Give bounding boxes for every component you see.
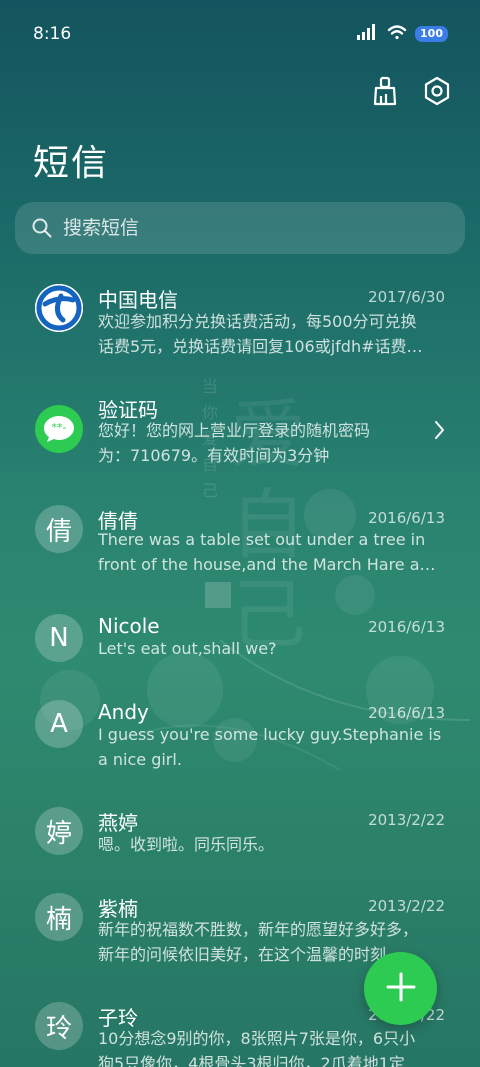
- chevron-right-icon[interactable]: [432, 419, 446, 441]
- preview-line: 欢迎参加积分兑换话费活动，每500分可兑换: [98, 312, 417, 331]
- contact-name: Nicole: [98, 614, 160, 638]
- preview-line: Let's eat out,shall we?: [98, 639, 277, 658]
- message-date: 2016/6/13: [368, 704, 445, 722]
- preview-line: 狗5只像你，4根骨头3根归你，2爪着地1定…: [98, 1053, 421, 1067]
- preview-line: 新年的祝福数不胜数，新年的愿望好多好多，: [98, 920, 419, 939]
- battery-indicator: 100: [415, 26, 448, 42]
- preview-line: 您好！您的网上营业厅登录的随机密码: [98, 421, 371, 440]
- wifi-icon: [387, 24, 407, 44]
- avatar: 婷: [35, 807, 83, 855]
- conversation-item[interactable]: 中国电信 2017/6/30 欢迎参加积分兑换话费活动，每500分可兑换 话费5…: [0, 280, 480, 380]
- avatar: A: [35, 700, 83, 748]
- status-bar: 8:16 100: [0, 0, 480, 68]
- settings-button[interactable]: [422, 76, 452, 110]
- search-input[interactable]: [63, 217, 465, 239]
- preview-line: front of the house,and the March Hare an…: [98, 554, 444, 574]
- contact-name: 燕婷: [98, 811, 138, 835]
- search-bar[interactable]: [15, 202, 465, 254]
- conversation-item[interactable]: 倩 倩倩 2016/6/13 There was a table set out…: [0, 503, 480, 603]
- conversation-item[interactable]: 婷 燕婷 2013/2/22 嗯。收到啦。同乐同乐。: [0, 805, 480, 905]
- search-icon: [31, 217, 53, 239]
- settings-hexagon-icon: [423, 76, 451, 110]
- conversation-item[interactable]: A Andy 2016/6/13 I guess you're some luc…: [0, 698, 480, 798]
- broom-icon: [372, 76, 398, 110]
- message-bubble-icon: **-: [35, 405, 83, 453]
- avatar: 楠: [35, 893, 83, 941]
- message-preview: 您好！您的网上营业厅登录的随机密码 为：710679。有效时间为3分钟: [98, 419, 428, 468]
- conversation-item[interactable]: N Nicole 2016/6/13 Let's eat out,shall w…: [0, 612, 480, 712]
- message-preview: 10分想念9别的你，8张照片7张是你，6只小 狗5只像你，4根骨头3根归你，2爪…: [98, 1027, 444, 1067]
- preview-line: There was a table set out under a tree i…: [98, 530, 426, 549]
- preview-line: a nice girl.: [98, 749, 182, 769]
- message-preview: 欢迎参加积分兑换话费活动，每500分可兑换 话费5元，兑换话费请回复106或jf…: [98, 310, 444, 359]
- avatar: 玲: [35, 1002, 83, 1050]
- message-preview: Let's eat out,shall we?: [98, 637, 444, 662]
- message-date: 2016/6/13: [368, 618, 445, 636]
- message-date: 2017/6/30: [368, 288, 445, 306]
- message-date: 2013/2/22: [368, 897, 445, 915]
- message-preview: There was a table set out under a tree i…: [98, 528, 444, 577]
- top-actions: [370, 76, 452, 110]
- clean-button[interactable]: [370, 76, 400, 110]
- preview-line: 为：710679。有效时间为3分钟: [98, 445, 330, 465]
- preview-line: 嗯。收到啦。同乐同乐。: [98, 835, 275, 854]
- avatar: N: [35, 614, 83, 662]
- avatar: 倩: [35, 505, 83, 553]
- plus-icon: [386, 972, 416, 1006]
- contact-name: Andy: [98, 700, 149, 724]
- status-time: 8:16: [33, 24, 72, 44]
- preview-line: I guess you're some lucky guy.Stephanie …: [98, 725, 442, 744]
- page-title: 短信: [33, 143, 110, 184]
- message-preview: 嗯。收到啦。同乐同乐。: [98, 833, 444, 858]
- message-date: 2016/6/13: [368, 509, 445, 527]
- message-preview: I guess you're some lucky guy.Stephanie …: [98, 723, 444, 772]
- conversation-item[interactable]: **- 验证码 您好！您的网上营业厅登录的随机密码 为：710679。有效时间为…: [0, 391, 480, 491]
- contact-name: 中国电信: [98, 288, 178, 312]
- preview-line: 话费5元，兑换话费请回复106或jfdh#话费…: [98, 336, 423, 356]
- china-telecom-logo-icon: [35, 284, 83, 332]
- signal-icon: [357, 24, 379, 44]
- svg-text:**-: **-: [52, 421, 67, 434]
- new-message-button[interactable]: [364, 952, 437, 1025]
- preview-line: 10分想念9别的你，8张照片7张是你，6只小: [98, 1029, 416, 1048]
- status-icons: 100: [357, 24, 448, 44]
- message-date: 2013/2/22: [368, 811, 445, 829]
